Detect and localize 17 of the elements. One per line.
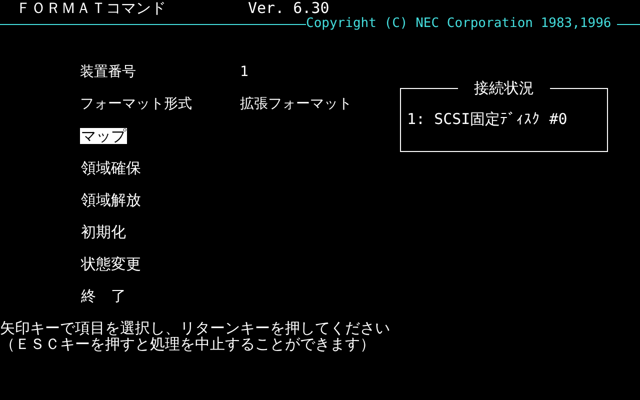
- menu-item[interactable]: 領域確保: [80, 160, 142, 176]
- panel-title: 接続状況: [458, 80, 550, 96]
- instruction-text: 矢印キーで項目を選択し、リターンキーを押してください: [0, 320, 391, 336]
- menu-item[interactable]: 初期化: [80, 224, 127, 240]
- version-text: Ver. 6.30: [248, 0, 330, 16]
- instruction-text: （ＥＳＣキーを押すと処理を中止することができます）: [0, 336, 376, 352]
- menu-item[interactable]: 状態変更: [80, 256, 142, 272]
- program-title: ＦＯＲＭＡＴコマンド: [16, 0, 167, 16]
- menu-item[interactable]: 領域解放: [80, 192, 142, 208]
- menu-item[interactable]: マップ: [80, 128, 127, 144]
- device-entry: 1: SCSI固定ﾃﾞｨｽｸ #0: [406, 111, 568, 127]
- menu-item[interactable]: 終 了: [80, 288, 127, 304]
- field-value: 拡張フォーマット: [240, 96, 352, 112]
- field-label: フォーマット形式: [80, 96, 193, 112]
- field-label: 装置番号: [80, 64, 137, 80]
- copyright-text: Copyright (C) NEC Corporation 1983,1996: [306, 16, 612, 32]
- field-value: 1: [240, 64, 248, 80]
